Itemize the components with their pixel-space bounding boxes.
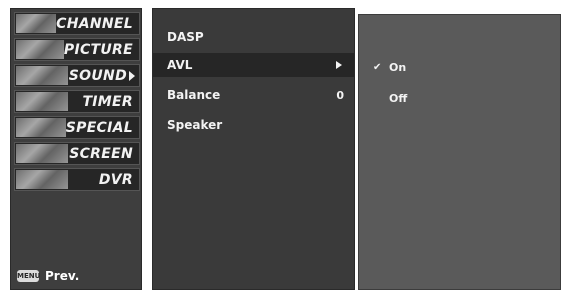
menu-item-special[interactable]: SPECIAL [14, 116, 140, 139]
sound-item-balance[interactable]: Balance 0 [153, 83, 354, 107]
menu-item-label: SPECIAL [65, 119, 133, 136]
menu-item-label: CHANNEL [56, 15, 133, 32]
avl-option-on[interactable]: ✔ On [373, 57, 406, 77]
balance-value: 0 [336, 88, 344, 102]
sound-item-avl[interactable]: AVL [153, 53, 354, 77]
channel-thumbnail-icon [16, 14, 57, 33]
submenu-arrow-icon [129, 70, 135, 81]
sound-submenu: DASP AVL Balance 0 Speaker [152, 8, 355, 290]
submenu-arrow-icon [336, 61, 342, 69]
timer-thumbnail-icon [16, 92, 68, 111]
menu-item-label: SOUND [68, 68, 139, 84]
screen-thumbnail-icon [16, 144, 68, 163]
sound-thumbnail-icon [16, 66, 68, 85]
sound-item-speaker[interactable]: Speaker [153, 113, 354, 137]
sound-item-dasp[interactable]: DASP [153, 25, 354, 49]
special-thumbnail-icon [16, 118, 66, 137]
dvr-thumbnail-icon [16, 170, 68, 189]
menu-item-sound[interactable]: SOUND [14, 64, 140, 87]
main-menu: CHANNEL PICTURE SOUND TIMER SPECIAL SCRE… [10, 8, 142, 290]
avl-option-off[interactable]: Off [373, 88, 407, 108]
prev-hint[interactable]: MENU Prev. [17, 269, 79, 283]
sound-item-label: Speaker [167, 118, 223, 132]
option-label: Off [389, 91, 408, 105]
sound-item-label: AVL [167, 58, 193, 72]
menu-item-screen[interactable]: SCREEN [14, 142, 140, 165]
menu-item-channel[interactable]: CHANNEL [14, 12, 140, 35]
menu-item-label: TIMER [82, 93, 133, 110]
checkmark-icon: ✔ [373, 61, 382, 73]
menu-item-label: DVR [98, 171, 133, 188]
menu-item-label: SCREEN [69, 145, 133, 162]
tv-menu-screen: CHANNEL PICTURE SOUND TIMER SPECIAL SCRE… [0, 0, 566, 293]
menu-item-timer[interactable]: TIMER [14, 90, 140, 113]
option-label: On [389, 60, 407, 74]
avl-options-panel: ✔ On Off [358, 14, 561, 290]
menu-item-dvr[interactable]: DVR [14, 168, 140, 191]
menu-item-sound-label: SOUND [68, 67, 127, 84]
sound-item-label: DASP [167, 30, 204, 44]
menu-key-icon: MENU [17, 270, 41, 282]
picture-thumbnail-icon [16, 40, 64, 59]
prev-label: Prev. [45, 269, 80, 283]
menu-item-label: PICTURE [63, 41, 133, 58]
sound-item-label: Balance [167, 88, 221, 102]
menu-item-picture[interactable]: PICTURE [14, 38, 140, 61]
